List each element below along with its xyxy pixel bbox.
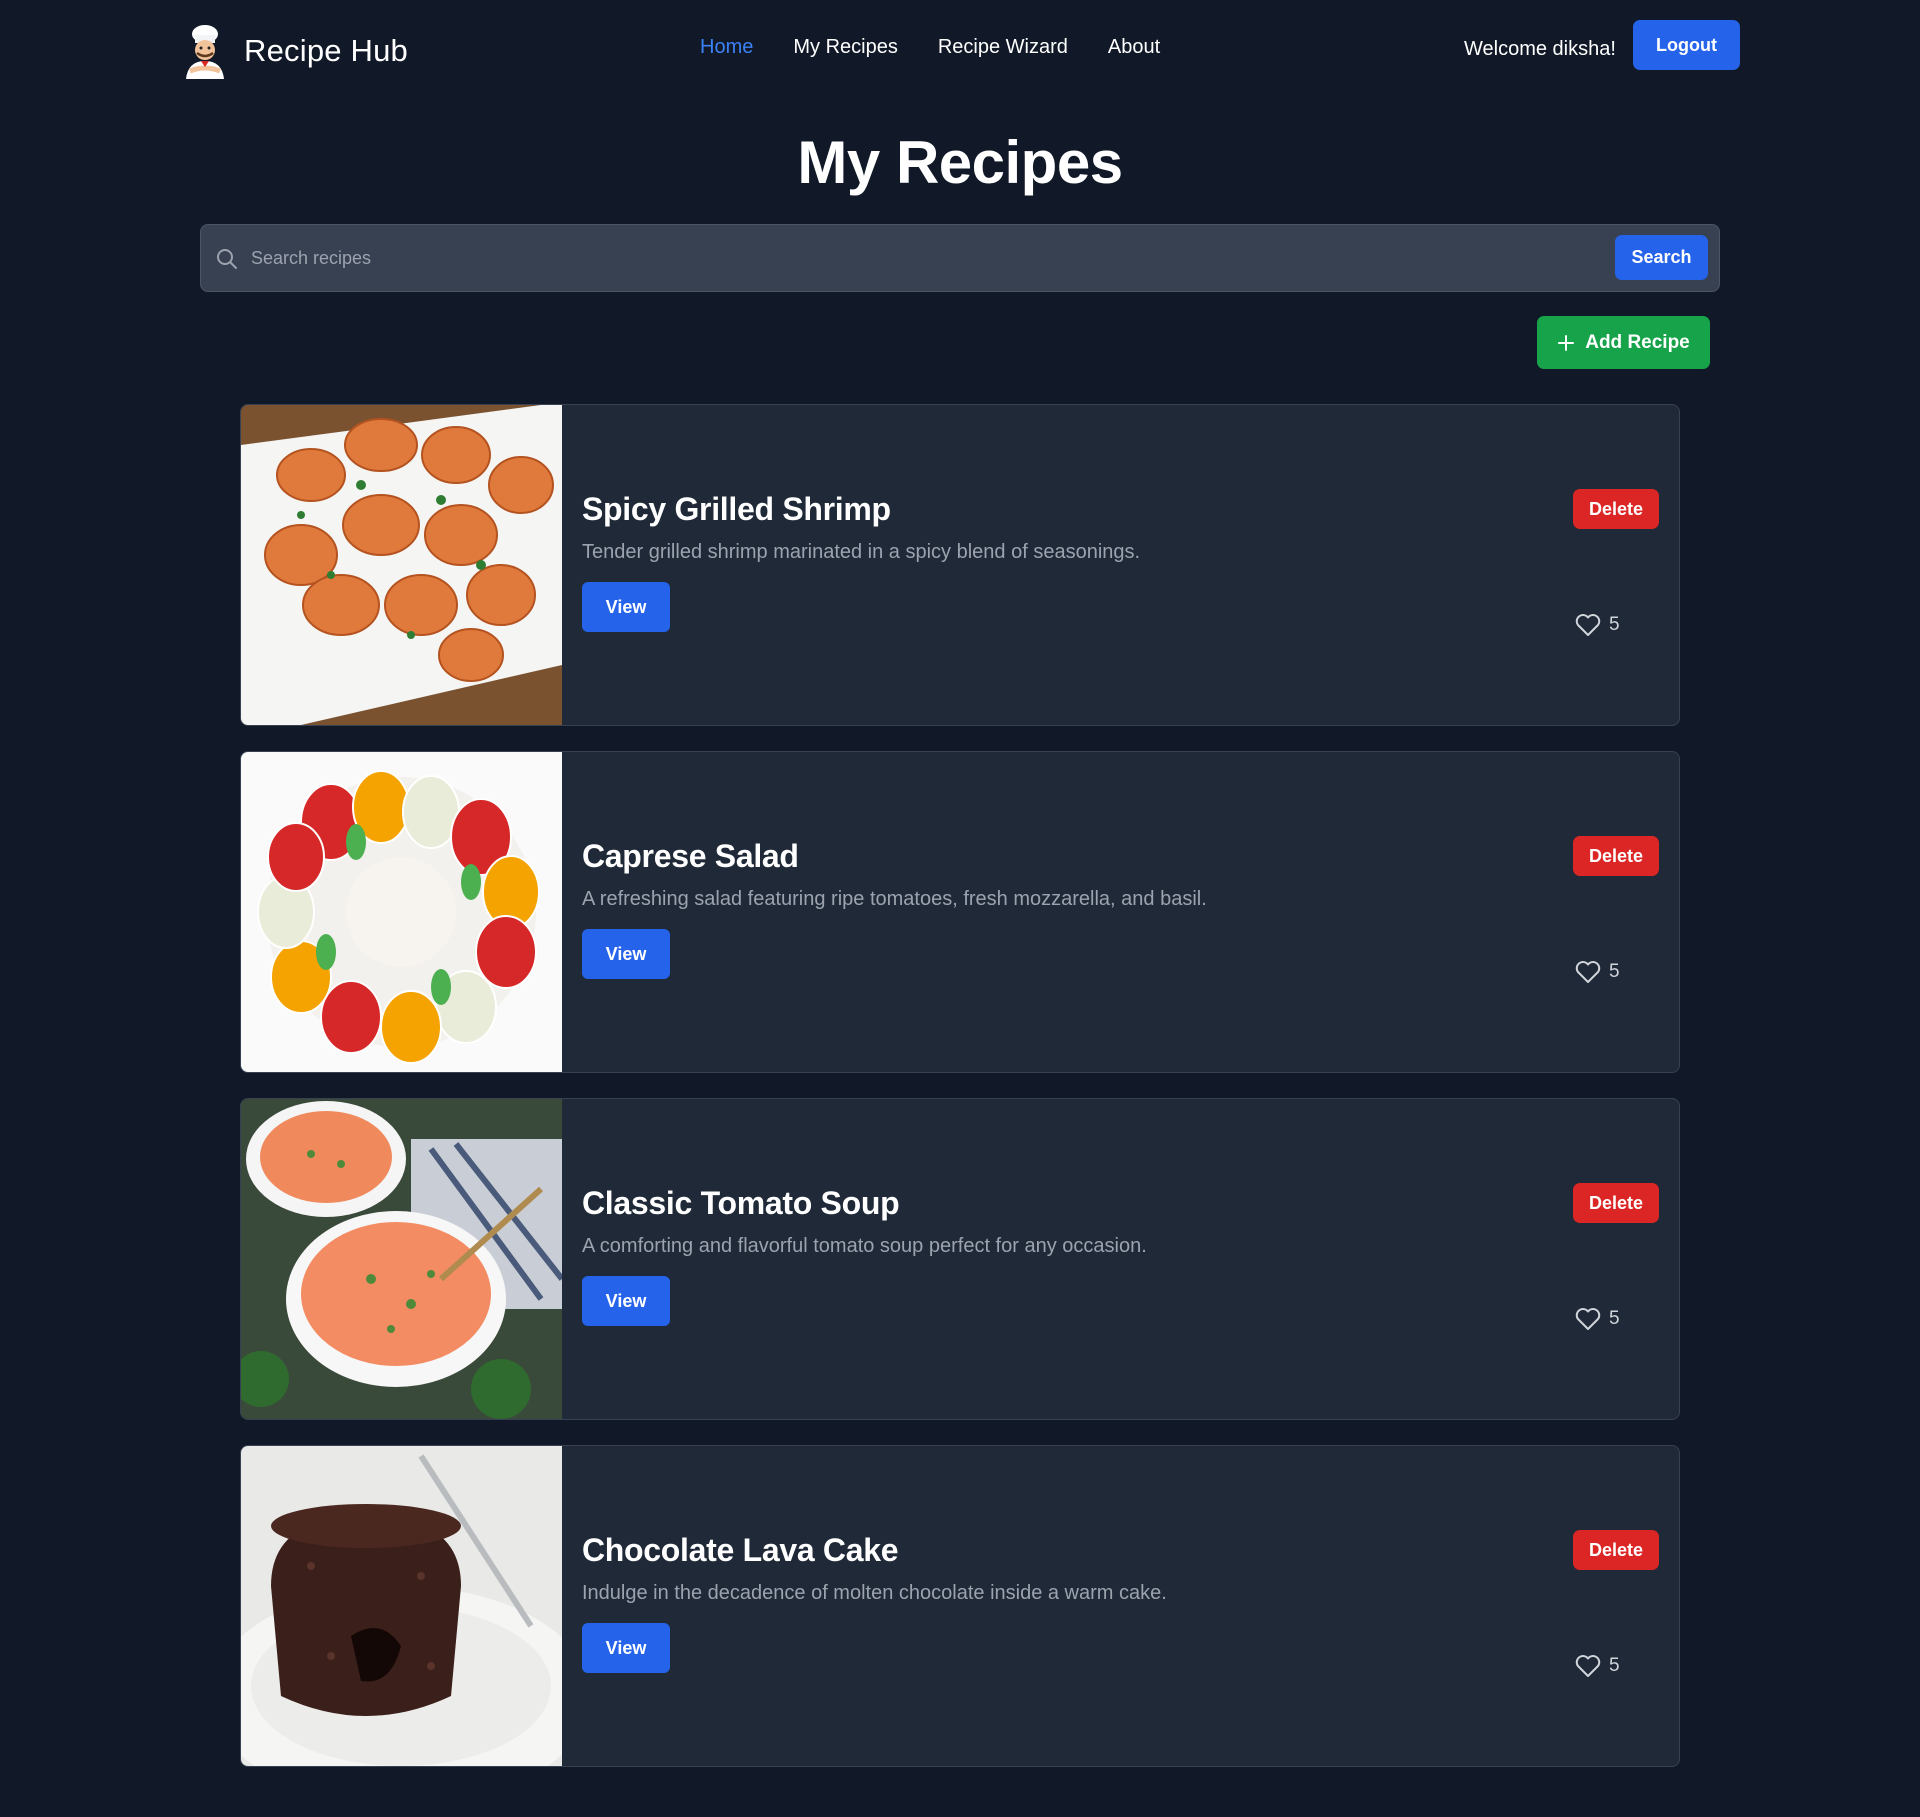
- nav-my-recipes[interactable]: My Recipes: [793, 36, 897, 59]
- recipe-card: Caprese Salad A refreshing salad featuri…: [240, 751, 1680, 1073]
- nav-about[interactable]: About: [1108, 36, 1160, 59]
- recipe-image: [241, 1446, 562, 1766]
- like-count: 5: [1609, 1308, 1620, 1329]
- brand-name: Recipe Hub: [244, 33, 408, 68]
- recipe-image: [241, 405, 562, 725]
- search-input[interactable]: [251, 235, 1801, 281]
- plus-icon: [1558, 334, 1575, 351]
- main-nav: Home My Recipes Recipe Wizard About: [700, 36, 1160, 59]
- view-button[interactable]: View: [582, 1276, 670, 1326]
- recipe-card: Classic Tomato Soup A comforting and fla…: [240, 1098, 1680, 1420]
- delete-button[interactable]: Delete: [1573, 1530, 1659, 1570]
- welcome-text: Welcome diksha!: [1464, 38, 1616, 60]
- navbar: Recipe Hub Home My Recipes Recipe Wizard…: [0, 0, 1920, 102]
- search-bar: Search: [200, 224, 1801, 292]
- recipe-list: Spicy Grilled Shrimp Tender grilled shri…: [240, 404, 1680, 1792]
- like-count: 5: [1609, 961, 1620, 982]
- recipe-card: Spicy Grilled Shrimp Tender grilled shri…: [240, 404, 1680, 726]
- like-count: 5: [1609, 614, 1620, 635]
- logout-button[interactable]: Logout: [1633, 20, 1740, 70]
- recipe-description: Tender grilled shrimp marinated in a spi…: [582, 541, 1141, 563]
- add-recipe-label: Add Recipe: [1585, 331, 1690, 353]
- like-button[interactable]: 5: [1575, 1305, 1620, 1333]
- view-button[interactable]: View: [582, 582, 670, 632]
- nav-recipe-wizard[interactable]: Recipe Wizard: [938, 36, 1068, 59]
- like-button[interactable]: 5: [1575, 611, 1620, 639]
- delete-button[interactable]: Delete: [1573, 1183, 1659, 1223]
- add-recipe-button[interactable]: Add Recipe: [1537, 316, 1710, 369]
- recipe-description: A comforting and flavorful tomato soup p…: [582, 1235, 1147, 1257]
- heart-icon: [1575, 1655, 1601, 1677]
- heart-icon: [1575, 961, 1601, 983]
- recipe-description: Indulge in the decadence of molten choco…: [582, 1582, 1167, 1604]
- search-icon: [217, 249, 237, 269]
- delete-button[interactable]: Delete: [1573, 489, 1659, 529]
- recipe-title: Spicy Grilled Shrimp: [582, 491, 891, 527]
- heart-icon: [1575, 614, 1601, 636]
- recipe-image: [241, 752, 562, 1072]
- recipe-card: Chocolate Lava Cake Indulge in the decad…: [240, 1445, 1680, 1767]
- search-button[interactable]: Search: [1615, 235, 1708, 280]
- heart-icon: [1575, 1308, 1601, 1330]
- chef-icon: [186, 25, 224, 79]
- like-count: 5: [1609, 1655, 1620, 1676]
- recipe-image: [241, 1099, 562, 1419]
- recipe-title: Chocolate Lava Cake: [582, 1532, 899, 1568]
- like-button[interactable]: 5: [1575, 958, 1620, 986]
- like-button[interactable]: 5: [1575, 1652, 1620, 1680]
- recipe-description: A refreshing salad featuring ripe tomato…: [582, 888, 1207, 910]
- view-button[interactable]: View: [582, 1623, 670, 1673]
- brand[interactable]: Recipe Hub: [180, 20, 408, 82]
- page-title: My Recipes: [797, 129, 1123, 196]
- delete-button[interactable]: Delete: [1573, 836, 1659, 876]
- recipe-title: Classic Tomato Soup: [582, 1185, 900, 1221]
- view-button[interactable]: View: [582, 929, 670, 979]
- nav-home[interactable]: Home: [700, 36, 753, 59]
- recipe-title: Caprese Salad: [582, 838, 799, 874]
